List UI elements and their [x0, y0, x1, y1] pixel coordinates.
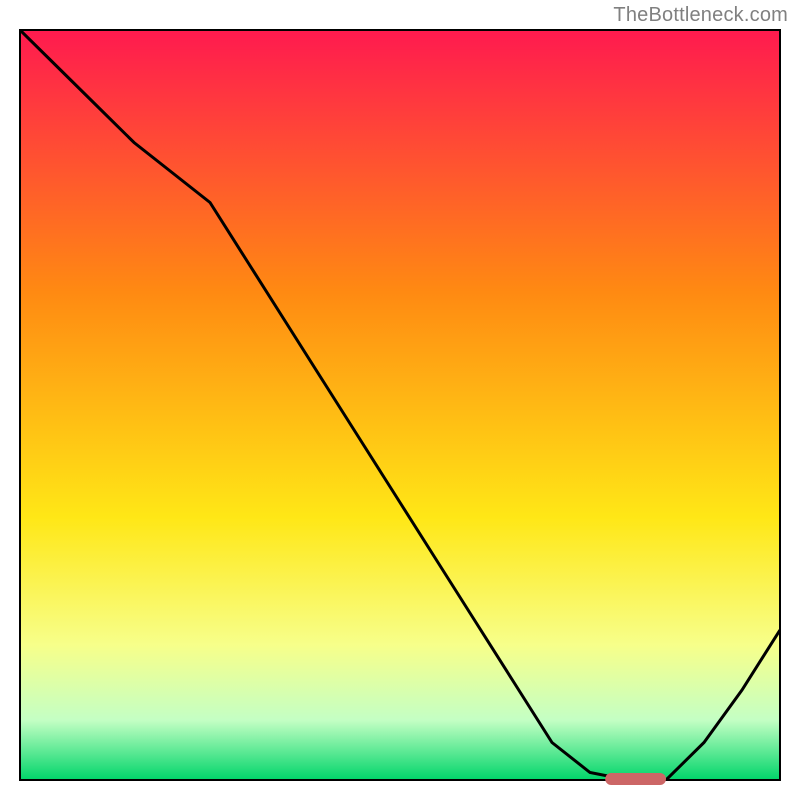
bottleneck-chart — [0, 0, 800, 800]
chart-container: TheBottleneck.com — [0, 0, 800, 800]
optimal-range-marker — [605, 773, 666, 785]
